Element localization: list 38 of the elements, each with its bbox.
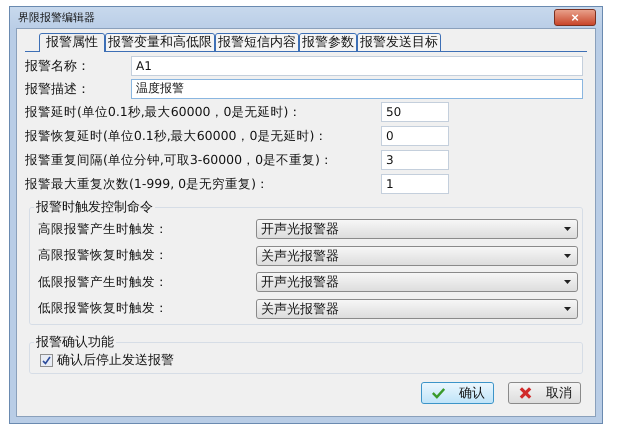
close-icon bbox=[519, 386, 532, 400]
group-title: 报警时触发控制命令 bbox=[35, 199, 154, 216]
field-label: 报警描述： bbox=[25, 80, 91, 98]
field-label: 报警重复间隔(单位分钟,可取3-60000，0是不重复)： bbox=[25, 152, 334, 168]
caret-icon bbox=[564, 280, 571, 284]
input-field[interactable]: 3 bbox=[381, 150, 449, 170]
group-title: 报警确认功能 bbox=[35, 334, 115, 351]
caret-icon bbox=[564, 254, 571, 258]
caret-icon bbox=[564, 227, 571, 232]
tab[interactable]: 报警发送目标 bbox=[357, 33, 441, 51]
tab[interactable]: 报警参数 bbox=[299, 33, 357, 51]
field-label: 报警恢复延时(单位0.1秒,最大60000，0是无延时)： bbox=[25, 128, 328, 144]
dropdown[interactable]: 关声光报警器 bbox=[256, 298, 578, 319]
checkbox-label: 确认后停止发送报警 bbox=[57, 352, 174, 369]
input-field[interactable]: A1 bbox=[131, 56, 583, 76]
dropdown[interactable]: 开声光报警器 bbox=[256, 272, 578, 292]
input-field[interactable]: 50 bbox=[381, 102, 449, 122]
field-label: 高限报警恢复时触发： bbox=[38, 247, 169, 264]
caret-icon bbox=[564, 306, 571, 311]
input-field[interactable]: 温度报警 bbox=[131, 78, 583, 98]
field-label: 报警延时(单位0.1秒,最大60000，0是无延时)： bbox=[25, 104, 302, 120]
dropdown[interactable]: 开声光报警器 bbox=[256, 219, 578, 240]
field-label: 高限报警产生时触发： bbox=[38, 220, 169, 238]
field-label: 低限报警恢复时触发： bbox=[38, 300, 169, 318]
input-field[interactable]: 0 bbox=[381, 126, 449, 146]
window-title: 界限报警编辑器 bbox=[17, 10, 95, 25]
tab[interactable]: 报警短信内容 bbox=[215, 33, 299, 51]
tab[interactable]: 报警属性 bbox=[39, 33, 105, 52]
field-label: 低限报警产生时触发： bbox=[38, 274, 169, 291]
checkbox[interactable] bbox=[40, 354, 53, 366]
tab[interactable]: 报警变量和高低限 bbox=[105, 33, 215, 51]
field-label: 报警最大重复次数(1-999, 0是无穷重复)： bbox=[25, 176, 270, 192]
dialog-button[interactable]: 确认 bbox=[421, 382, 494, 404]
input-field[interactable]: 1 bbox=[381, 174, 449, 194]
field-label: 报警名称： bbox=[25, 58, 91, 74]
dropdown[interactable]: 关声光报警器 bbox=[256, 246, 578, 266]
dialog-button[interactable]: 取消 bbox=[508, 382, 581, 404]
checkmark-icon bbox=[432, 386, 445, 400]
